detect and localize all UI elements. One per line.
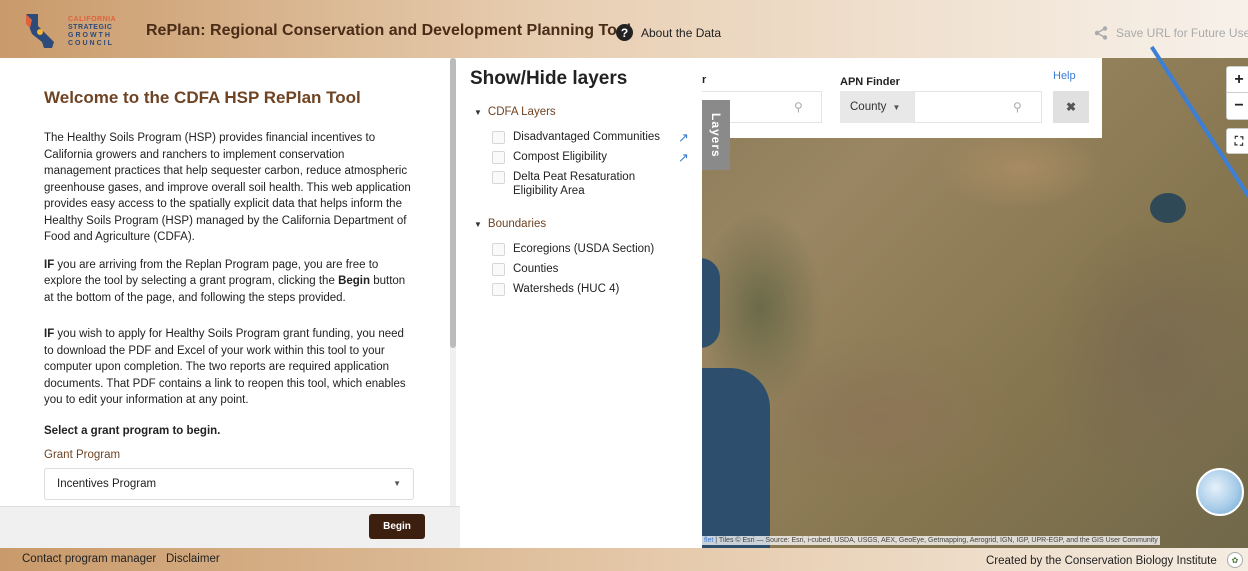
grant-program-select[interactable]: Incentives Program ▼ — [44, 467, 414, 500]
layer-delta-peat[interactable]: Delta Peat Resaturation Eligibility Area — [492, 170, 702, 198]
welcome-heading: Welcome to the CDFA HSP RePlan Tool — [44, 88, 361, 107]
about-data-label: About the Data — [641, 25, 722, 40]
finder-label-cut: r — [702, 74, 707, 86]
layer-counties[interactable]: Counties — [492, 262, 702, 276]
clear-button[interactable]: ✖ — [1053, 91, 1089, 123]
logo-line-2: STRATEGIC — [68, 24, 113, 31]
about-data-link[interactable]: ? About the Data — [616, 24, 721, 41]
contact-link[interactable]: Contact program manager — [22, 553, 156, 565]
layers-tab-toggle[interactable]: Layers — [702, 100, 730, 170]
zoom-control: + − — [1226, 66, 1248, 120]
grant-program-label: Grant Program — [44, 448, 121, 461]
apply-text: you wish to apply for Healthy Soils Prog… — [44, 328, 406, 406]
left-panel-footer: Begin — [0, 506, 460, 548]
fullscreen-icon: ⛶ — [1234, 133, 1244, 148]
layer-checkbox[interactable] — [492, 243, 505, 256]
layer-compost-eligibility[interactable]: Compost Eligibility ↗ — [492, 150, 702, 166]
external-link-icon[interactable]: ↗ — [678, 130, 689, 146]
select-prompt: Select a grant program to begin. — [44, 424, 221, 437]
bay-water-north — [700, 258, 720, 348]
layer-watersheds[interactable]: Watersheds (HUC 4) — [492, 282, 702, 296]
layers-panel: Show/Hide layers ▼ CDFA Layers Disadvant… — [460, 58, 702, 548]
left-panel-content: Welcome to the CDFA HSP RePlan Tool The … — [0, 58, 448, 506]
california-map-icon — [26, 14, 54, 48]
app-title: RePlan: Regional Conservation and Develo… — [146, 22, 632, 39]
layer-label: Delta Peat Resaturation Eligibility Area — [513, 171, 636, 197]
logo-line-1: CALIFORNIA — [68, 16, 117, 23]
caret-down-icon: ▼ — [474, 219, 482, 229]
layer-checkbox[interactable] — [492, 171, 505, 184]
save-url-button[interactable]: Save URL for Future Use — [1094, 26, 1248, 40]
begin-button[interactable]: Begin — [369, 514, 425, 539]
county-select[interactable]: County ▼ — [840, 91, 914, 123]
arriving-text-a: you are arriving from the Replan Program… — [44, 258, 379, 288]
bay-water — [700, 368, 770, 548]
if-bold: IF — [44, 328, 55, 340]
caret-down-icon: ▼ — [474, 107, 482, 117]
group-label: CDFA Layers — [487, 106, 556, 118]
save-url-label: Save URL for Future Use — [1116, 26, 1248, 40]
layer-checkbox[interactable] — [492, 131, 505, 144]
layer-checkbox[interactable] — [492, 283, 505, 296]
disclaimer-link[interactable]: Disclaimer — [166, 553, 220, 565]
logo-line-4: COUNCIL — [68, 40, 114, 47]
app-footer: Contact program manager Disclaimer Creat… — [0, 548, 1248, 571]
map-attribution: flet | Tiles © Esri — Source: Esri, i-cu… — [702, 536, 1160, 545]
zoom-out-button[interactable]: − — [1227, 93, 1248, 119]
begin-bold: Begin — [338, 275, 371, 287]
external-link-icon[interactable]: ↗ — [678, 150, 689, 166]
search-icon[interactable]: ⚲ — [794, 100, 803, 114]
left-scrollbar-thumb[interactable] — [450, 58, 456, 348]
question-circle-icon: ? — [616, 24, 633, 41]
layer-label: Compost Eligibility — [513, 151, 607, 163]
apn-input[interactable]: ⚲ — [914, 91, 1042, 123]
created-by-text[interactable]: Created by the Conservation Biology Inst… — [986, 555, 1217, 567]
layer-ecoregions[interactable]: Ecoregions (USDA Section) — [492, 242, 702, 256]
arriving-paragraph: IF you are arriving from the Replan Prog… — [44, 257, 414, 307]
attribution-text: | Tiles © Esri — Source: Esri, i-cubed, … — [713, 537, 1158, 544]
layer-disadvantaged-communities[interactable]: Disadvantaged Communities ↗ — [492, 130, 702, 146]
if-bold: IF — [44, 258, 55, 271]
logo-wordmark: CALIFORNIA STRATEGIC GROWTH COUNCIL — [68, 16, 116, 48]
layers-title: Show/Hide layers — [470, 68, 628, 89]
grant-program-value: Incentives Program — [57, 477, 157, 490]
lake — [1150, 193, 1186, 223]
group-boundaries[interactable]: ▼ Boundaries — [474, 218, 702, 230]
caret-down-icon: ▼ — [892, 102, 901, 112]
apn-finder-title: APN Finder — [840, 76, 900, 88]
apply-paragraph: IF you wish to apply for Healthy Soils P… — [44, 326, 414, 409]
layer-label: Disadvantaged Communities — [513, 131, 661, 143]
group-cdfa-layers[interactable]: ▼ CDFA Layers — [474, 106, 702, 118]
leaflet-link[interactable]: flet — [704, 537, 713, 544]
county-label: County — [850, 101, 887, 113]
share-icon — [1094, 26, 1108, 40]
sgc-logo[interactable]: CALIFORNIA STRATEGIC GROWTH COUNCIL — [16, 10, 132, 52]
logo-line-3: GROWTH — [68, 32, 112, 39]
cbi-logo-icon[interactable]: ✿ — [1227, 552, 1243, 568]
left-panel: Welcome to the CDFA HSP RePlan Tool The … — [0, 58, 460, 548]
close-icon: ✖ — [1065, 100, 1077, 114]
layer-label: Watersheds (HUC 4) — [513, 283, 620, 295]
help-link[interactable]: Help — [1053, 70, 1076, 82]
app-header: CALIFORNIA STRATEGIC GROWTH COUNCIL RePl… — [0, 0, 1248, 58]
fullscreen-button[interactable]: ⛶ — [1226, 128, 1248, 154]
layer-checkbox[interactable] — [492, 263, 505, 276]
layer-label: Counties — [513, 263, 559, 275]
layer-checkbox[interactable] — [492, 151, 505, 164]
group-label: Boundaries — [487, 218, 547, 230]
search-icon[interactable]: ⚲ — [1013, 100, 1022, 114]
basemap-toggle[interactable] — [1196, 468, 1244, 516]
zoom-in-button[interactable]: + — [1227, 67, 1248, 93]
intro-paragraph: The Healthy Soils Program (HSP) provides… — [44, 132, 411, 243]
caret-down-icon: ▼ — [393, 479, 401, 488]
layer-label: Ecoregions (USDA Section) — [513, 243, 655, 255]
finder-box: r APN Finder Help ⚲ County ▼ ⚲ ✖ — [702, 58, 1102, 138]
